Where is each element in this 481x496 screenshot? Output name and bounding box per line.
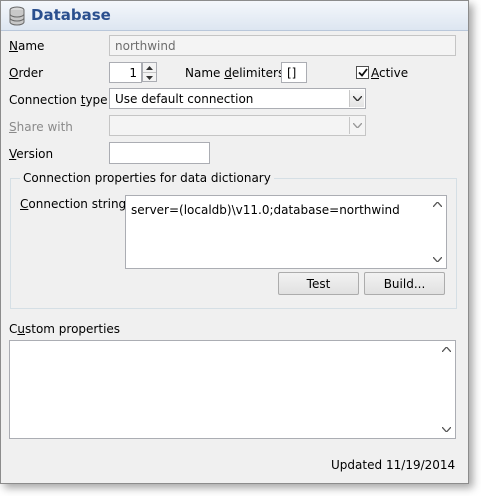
title-bar: Database xyxy=(1,1,468,31)
custom-properties-label: Custom properties xyxy=(9,322,121,336)
scrollbar[interactable] xyxy=(429,196,446,268)
name-label: Name xyxy=(9,39,45,53)
connection-group-title: Connection properties for data dictionar… xyxy=(20,171,274,185)
connection-string-field[interactable]: server=(localdb)\v11.0;database=northwin… xyxy=(125,195,447,269)
name-delimiters-label: Name delimiters xyxy=(185,66,285,80)
active-label: Active xyxy=(371,66,409,80)
spin-down-icon[interactable] xyxy=(143,73,156,82)
scroll-up-icon[interactable] xyxy=(442,347,451,352)
scroll-up-icon[interactable] xyxy=(433,202,442,207)
updated-label: Updated xyxy=(331,458,383,472)
scroll-down-icon[interactable] xyxy=(433,257,442,262)
window-title: Database xyxy=(31,6,111,24)
order-label: Order xyxy=(9,66,44,80)
share-with-label: Share with xyxy=(9,120,73,134)
version-label: Version xyxy=(9,147,54,161)
custom-properties-field[interactable] xyxy=(9,340,456,439)
active-checkbox[interactable] xyxy=(356,66,369,79)
build-button[interactable]: Build... xyxy=(364,272,445,295)
version-field[interactable] xyxy=(109,142,210,164)
order-spinner[interactable] xyxy=(142,62,157,82)
connection-string-value: server=(localdb)\v11.0;database=northwin… xyxy=(131,203,400,217)
order-field[interactable]: 1 xyxy=(109,62,142,83)
database-dialog: Database Name northwind Order 1 Name del… xyxy=(0,0,469,484)
connection-string-label: Connection string xyxy=(20,197,127,211)
connection-type-label: Connection type xyxy=(9,93,108,107)
test-button[interactable]: Test xyxy=(278,272,359,295)
scrollbar[interactable] xyxy=(438,341,455,438)
name-delimiters-field[interactable]: [] xyxy=(281,62,307,83)
database-icon xyxy=(8,6,26,29)
connection-type-select[interactable]: Use default connection xyxy=(109,88,366,109)
chevron-down-icon[interactable] xyxy=(349,90,364,107)
chevron-down-icon[interactable] xyxy=(349,117,364,134)
updated-date: 11/19/2014 xyxy=(386,458,456,472)
spin-up-icon[interactable] xyxy=(143,63,156,73)
scroll-down-icon[interactable] xyxy=(442,427,451,432)
check-icon xyxy=(357,68,368,77)
name-field[interactable]: northwind xyxy=(109,35,456,56)
share-with-select[interactable] xyxy=(109,115,366,136)
connection-type-value: Use default connection xyxy=(115,92,254,106)
